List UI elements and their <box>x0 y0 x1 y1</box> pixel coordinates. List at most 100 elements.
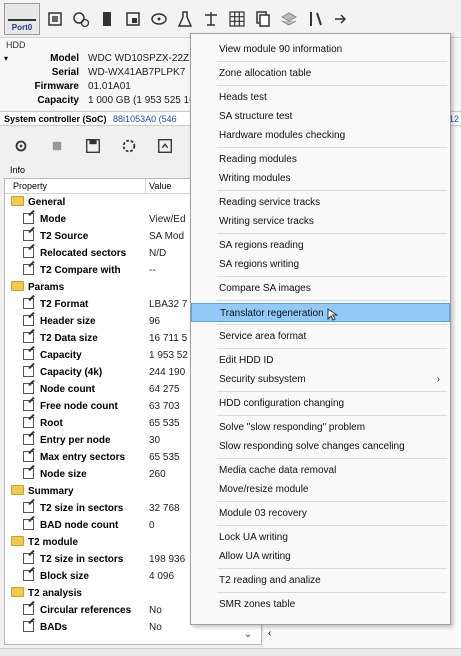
property-value: 96 <box>149 316 161 327</box>
folder-icon <box>11 536 24 546</box>
menu-item-label: Slow responding solve changes canceling <box>219 441 405 452</box>
edit-icon <box>23 620 35 632</box>
menu-item[interactable]: Translator regeneration <box>191 303 450 322</box>
menu-item-label: Move/resize module <box>219 484 309 495</box>
menu-item-label: HDD configuration changing <box>219 398 345 409</box>
edit-icon <box>23 433 35 445</box>
copy-icon[interactable] <box>252 8 274 30</box>
scroll-left-icon[interactable]: ‹ <box>268 628 271 639</box>
edit-icon <box>23 263 35 275</box>
menu-item[interactable]: Compare SA images <box>191 279 450 298</box>
edit-icon <box>23 518 35 530</box>
edit-icon <box>23 501 35 513</box>
property-name: T2 Compare with <box>40 265 121 276</box>
tool-icon[interactable] <box>304 8 326 30</box>
menu-item-label: Hardware modules checking <box>219 130 346 141</box>
menu-item-label: View module 90 information <box>219 44 343 55</box>
menu-item[interactable]: SA structure test <box>191 107 450 126</box>
cog-icon[interactable] <box>118 135 140 157</box>
menu-item[interactable]: Move/resize module <box>191 480 450 499</box>
menu-item[interactable]: Slow responding solve changes canceling <box>191 437 450 456</box>
edit-icon <box>23 399 35 411</box>
menu-item[interactable]: Security subsystem › <box>191 370 450 389</box>
menu-item[interactable]: Writing service tracks <box>191 212 450 231</box>
menu-item[interactable]: Solve "slow responding" problem <box>191 418 450 437</box>
edit-icon <box>23 569 35 581</box>
scale-icon[interactable] <box>200 8 222 30</box>
menu-item[interactable]: View module 90 information <box>191 40 450 59</box>
menu-item-label: Zone allocation table <box>219 68 312 79</box>
menu-item[interactable]: HDD configuration changing <box>191 394 450 413</box>
menu-item[interactable]: Edit HDD ID <box>191 351 450 370</box>
menu-item-label: Heads test <box>219 92 267 103</box>
disk-icon[interactable] <box>148 8 170 30</box>
property-name: T2 analysis <box>28 588 82 599</box>
menu-item[interactable]: Zone allocation table <box>191 64 450 83</box>
property-name: Node size <box>40 469 87 480</box>
property-value: SA Mod <box>149 231 185 242</box>
menu-item[interactable]: Hardware modules checking <box>191 126 450 145</box>
menu-item[interactable]: Allow UA writing <box>191 547 450 566</box>
arrow-icon[interactable] <box>330 8 352 30</box>
edit-icon <box>23 314 35 326</box>
menu-item-label: Edit HDD ID <box>219 355 274 366</box>
flask-icon[interactable] <box>174 8 196 30</box>
memory-icon[interactable] <box>96 8 118 30</box>
field-value: 1 000 GB (1 953 525 16 <box>88 95 195 106</box>
menu-item[interactable]: Media cache data removal <box>191 461 450 480</box>
grid-icon[interactable] <box>226 8 248 30</box>
menu-item-label: Reading service tracks <box>219 197 321 208</box>
property-name: Params <box>28 282 65 293</box>
property-value: 16 711 5 <box>149 333 188 344</box>
port-label: Port0 <box>11 22 33 32</box>
soc-value[interactable]: 88i1053A0 (546 <box>113 114 177 124</box>
chip-icon[interactable] <box>44 8 66 30</box>
board-icon[interactable] <box>122 8 144 30</box>
folder-icon <box>11 196 24 206</box>
port-button[interactable]: Port0 <box>4 2 40 35</box>
column-header-property[interactable]: Property <box>13 181 47 191</box>
property-name: Header size <box>40 316 96 327</box>
property-value: 244 190 <box>149 367 186 378</box>
edit-icon <box>23 212 35 224</box>
load-icon[interactable] <box>154 135 176 157</box>
property-value: 32 768 <box>149 503 180 514</box>
edit-icon <box>23 365 35 377</box>
menu-item[interactable]: Service area format <box>191 327 450 346</box>
property-name: Capacity <box>40 350 82 361</box>
property-name: T2 Data size <box>40 333 98 344</box>
scroll-down-icon[interactable]: ⌄ <box>239 629 257 643</box>
signal-icon <box>8 11 36 21</box>
column-header-value[interactable]: Value <box>149 181 171 191</box>
menu-item[interactable]: Heads test <box>191 88 450 107</box>
menu-item[interactable]: Module 03 recovery <box>191 504 450 523</box>
stack-icon[interactable] <box>278 8 300 30</box>
menu-item[interactable]: Reading service tracks <box>191 193 450 212</box>
menu-item-label: Writing service tracks <box>219 216 314 227</box>
menu-item-label: Allow UA writing <box>219 551 291 562</box>
menu-item[interactable]: Reading modules <box>191 150 450 169</box>
menu-item[interactable]: Writing modules <box>191 169 450 188</box>
menu-item[interactable]: SMR zones table <box>191 595 450 614</box>
field-value: WD-WX41AB7PLPK7 <box>88 67 186 78</box>
mouse-cursor-icon <box>327 308 338 321</box>
gears-icon[interactable] <box>70 8 92 30</box>
save-icon[interactable] <box>82 135 104 157</box>
property-name: Mode <box>40 214 67 225</box>
hdd-title: HDD <box>6 40 26 50</box>
settings-gear-icon[interactable] <box>10 135 32 157</box>
menu-item-label: Writing modules <box>219 173 291 184</box>
property-value: N/D <box>149 248 167 259</box>
property-name: T2 Source <box>40 231 89 242</box>
horizontal-scrollbar[interactable] <box>0 648 461 656</box>
stop-icon[interactable] <box>46 135 68 157</box>
edit-icon <box>23 297 35 309</box>
menu-item[interactable]: SA regions reading <box>191 236 450 255</box>
property-name: Summary <box>28 486 74 497</box>
menu-item[interactable]: T2 reading and analize <box>191 571 450 590</box>
menu-item[interactable]: Lock UA writing <box>191 528 450 547</box>
column-divider[interactable] <box>145 179 146 194</box>
menu-item[interactable]: SA regions writing <box>191 255 450 274</box>
edit-icon <box>23 331 35 343</box>
menu-separator <box>217 233 447 234</box>
